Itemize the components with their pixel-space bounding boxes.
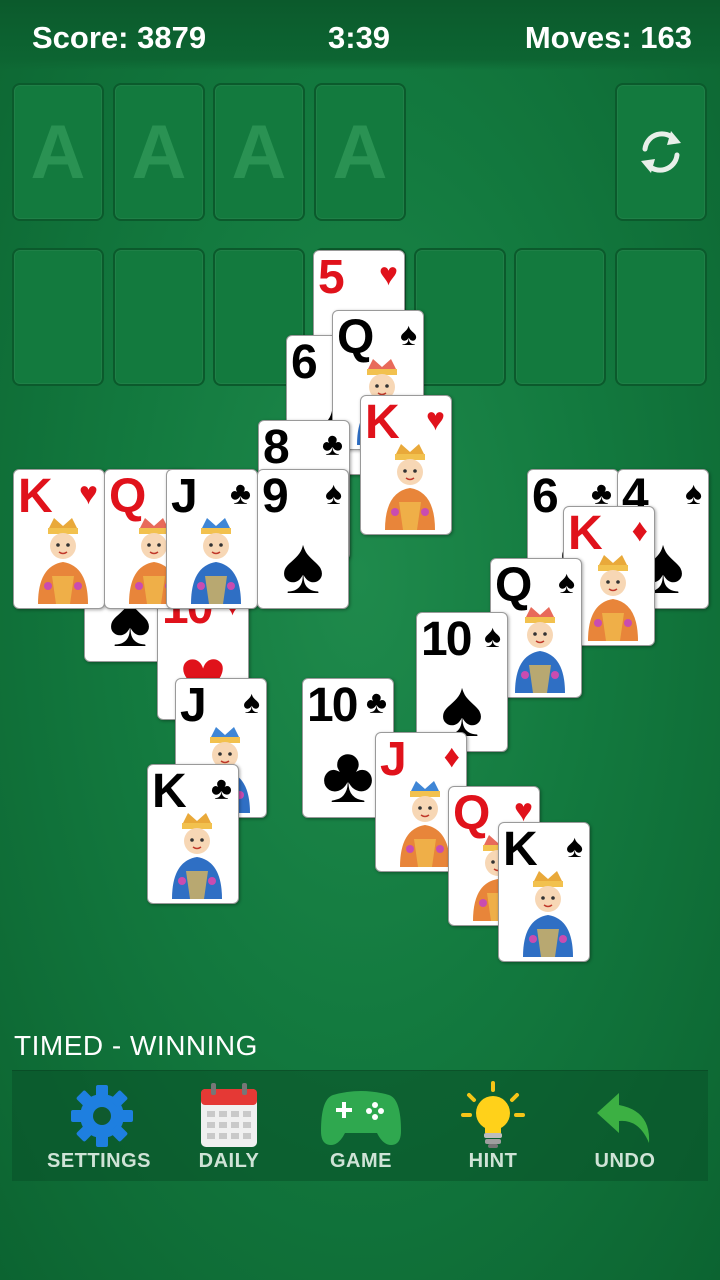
- foundation-label: A: [231, 109, 287, 195]
- club-suit-icon: ♣: [366, 684, 387, 720]
- face-card-portrait-icon: [523, 871, 573, 957]
- gamepad-icon: [321, 1091, 401, 1145]
- hint-button[interactable]: HINT: [428, 1071, 558, 1181]
- club-suit-icon: ♣: [230, 475, 251, 511]
- spade-suit-icon: ♠: [400, 316, 417, 352]
- score-display: Score: 3879: [32, 20, 207, 55]
- face-card-portrait-icon: [588, 555, 638, 641]
- face-card-portrait-icon: [515, 607, 565, 693]
- club-suit-icon: ♣: [211, 770, 232, 806]
- playing-card-k-club[interactable]: K ♣: [147, 764, 239, 904]
- card-rank: 6: [532, 470, 559, 523]
- game-label: GAME: [330, 1150, 392, 1172]
- card-rank: 6: [291, 336, 318, 389]
- stock-refresh-button[interactable]: [615, 83, 707, 221]
- top-bar: Score: 3879 3:39 Moves: 163: [0, 0, 720, 70]
- hint-label: HINT: [468, 1150, 518, 1172]
- playing-card-9-spade[interactable]: 9 ♠ ♠: [257, 469, 349, 609]
- game-button[interactable]: GAME: [296, 1071, 426, 1181]
- diamond-suit-icon: ♦: [443, 738, 460, 774]
- daily-label: DAILY: [198, 1150, 260, 1172]
- tableau-slot-1[interactable]: [12, 248, 104, 386]
- club-suit-icon: ♣: [322, 426, 343, 462]
- foundation-slot-4[interactable]: A: [314, 83, 406, 221]
- undo-label: UNDO: [594, 1150, 656, 1172]
- settings-label: SETTINGS: [46, 1150, 151, 1172]
- heart-suit-icon: ♥: [379, 256, 398, 292]
- bottom-toolbar: SETTINGS DAILY GAME HINT UNDO: [12, 1070, 708, 1181]
- playing-card-10-spade[interactable]: 10 ♠ ♠: [416, 612, 508, 752]
- refresh-icon: [641, 131, 681, 173]
- spade-suit-icon: ♠: [325, 475, 342, 511]
- foundation-label: A: [131, 109, 187, 195]
- spade-pip-icon: ♠: [281, 521, 325, 609]
- card-rank: 10: [307, 679, 358, 732]
- playing-card-j-club[interactable]: J ♣: [166, 469, 258, 609]
- foundation-slot-3[interactable]: A: [213, 83, 305, 221]
- tableau-slot-2[interactable]: [113, 248, 205, 386]
- card-rank: 10: [421, 613, 472, 666]
- diamond-suit-icon: ♦: [631, 512, 648, 548]
- heart-suit-icon: ♥: [79, 475, 98, 511]
- tableau-slot-5[interactable]: [414, 248, 506, 386]
- foundation-label: A: [332, 109, 388, 195]
- tableau-slot-6[interactable]: [514, 248, 606, 386]
- face-card-portrait-icon: [172, 813, 222, 899]
- undo-arrow-icon: [597, 1093, 650, 1143]
- calendar-icon: [201, 1083, 257, 1147]
- daily-button[interactable]: DAILY: [164, 1071, 294, 1181]
- face-card-portrait-icon: [191, 518, 241, 604]
- face-card-portrait-icon: [385, 444, 435, 530]
- gear-icon: [71, 1085, 133, 1147]
- playing-card-k-spade[interactable]: K ♠: [498, 822, 590, 962]
- playing-card-k-heart[interactable]: K ♥: [13, 469, 105, 609]
- card-rank: 8: [263, 421, 290, 474]
- foundation-label: A: [30, 109, 86, 195]
- foundation-slot-2[interactable]: A: [113, 83, 205, 221]
- spade-suit-icon: ♠: [566, 828, 583, 864]
- spade-suit-icon: ♠: [243, 684, 260, 720]
- timer-display: 3:39: [328, 20, 391, 55]
- lightbulb-icon: [461, 1081, 525, 1148]
- spade-suit-icon: ♠: [685, 475, 702, 511]
- card-rank: 9: [262, 470, 289, 523]
- spade-suit-icon: ♠: [558, 564, 575, 600]
- moves-display: Moves: 163: [524, 20, 692, 55]
- tableau-slot-7[interactable]: [615, 248, 707, 386]
- spade-suit-icon: ♠: [484, 618, 501, 654]
- game-mode-status: TIMED - WINNING: [14, 1030, 258, 1061]
- heart-suit-icon: ♥: [426, 401, 445, 437]
- playing-card-k-heart[interactable]: K ♥: [360, 395, 452, 535]
- foundation-slot-1[interactable]: A: [12, 83, 104, 221]
- card-rank: 5: [318, 251, 345, 304]
- face-card-portrait-icon: [38, 518, 88, 604]
- undo-button[interactable]: UNDO: [560, 1071, 690, 1181]
- settings-button[interactable]: SETTINGS: [34, 1071, 164, 1181]
